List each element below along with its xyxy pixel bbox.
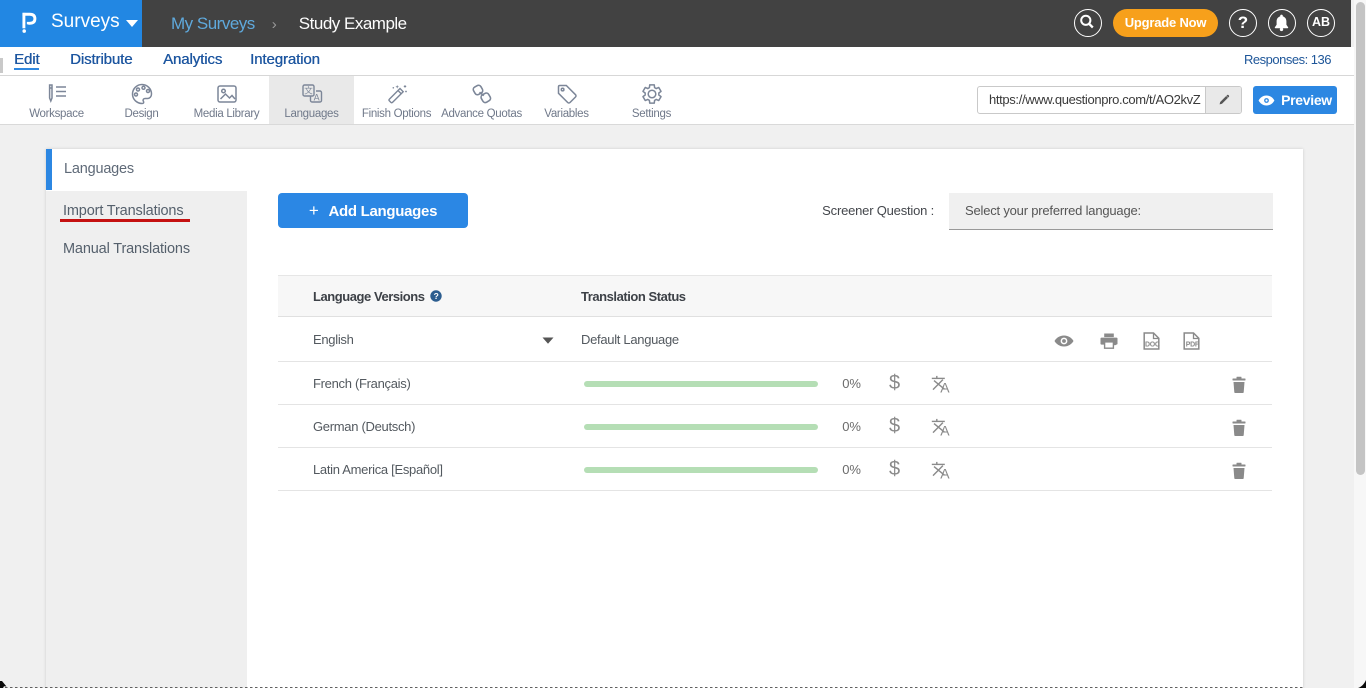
svg-text:A: A [940,465,950,481]
svg-text:A: A [940,422,950,438]
svg-text:DOC: DOC [1145,341,1160,348]
svg-text:A: A [940,379,950,395]
svg-text:文: 文 [304,85,313,95]
svg-text:A: A [313,93,319,103]
svg-text:PDF: PDF [1186,341,1200,348]
svg-text:?: ? [433,291,438,301]
